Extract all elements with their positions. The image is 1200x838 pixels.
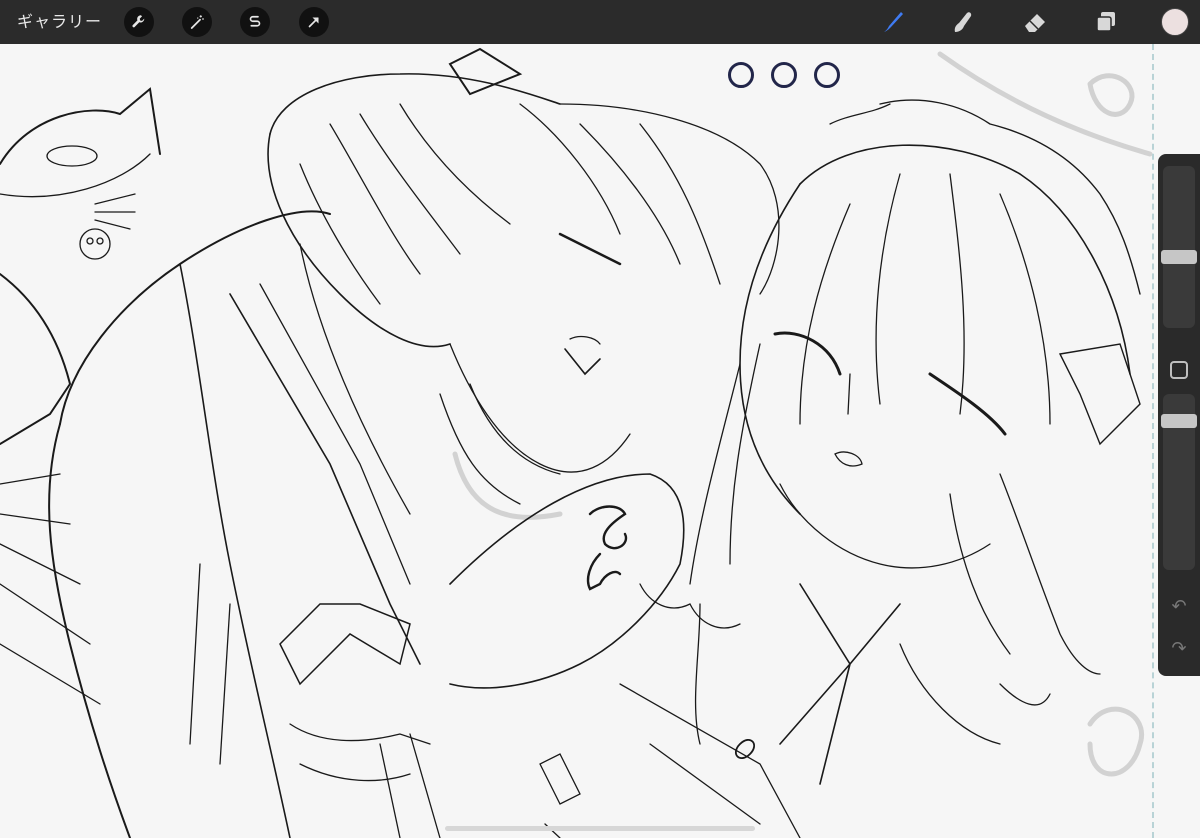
modify-button[interactable]	[1170, 361, 1188, 379]
top-toolbar: ギャラリー	[0, 0, 1200, 44]
color-swatch[interactable]	[1161, 8, 1189, 36]
home-indicator	[445, 826, 755, 831]
indicator-dot	[728, 62, 754, 88]
gallery-button[interactable]: ギャラリー	[17, 0, 102, 44]
brush-sidebar: ↶ ↷	[1158, 154, 1200, 676]
eraser-icon[interactable]	[1018, 5, 1052, 39]
indicator-dots	[728, 62, 840, 88]
opacity-slider[interactable]	[1161, 394, 1197, 570]
indicator-dot	[771, 62, 797, 88]
wrench-icon[interactable]	[124, 7, 154, 37]
indicator-dot	[814, 62, 840, 88]
arrow-cursor-icon[interactable]	[299, 7, 329, 37]
opacity-knob[interactable]	[1161, 414, 1197, 428]
selection-s-icon[interactable]	[240, 7, 270, 37]
drawing-canvas[interactable]	[0, 44, 1200, 838]
layers-icon[interactable]	[1089, 5, 1123, 39]
brush-size-slider[interactable]	[1161, 166, 1197, 328]
brush-icon[interactable]	[876, 5, 910, 39]
line-art-drawing	[0, 47, 1153, 838]
canvas-edge-guide	[1152, 44, 1154, 838]
magic-wand-icon[interactable]	[182, 7, 212, 37]
brush-size-knob[interactable]	[1161, 250, 1197, 264]
smudge-icon[interactable]	[946, 5, 980, 39]
undo-arrow-icon[interactable]: ↶	[1168, 596, 1190, 618]
redo-arrow-icon[interactable]: ↷	[1168, 638, 1190, 660]
